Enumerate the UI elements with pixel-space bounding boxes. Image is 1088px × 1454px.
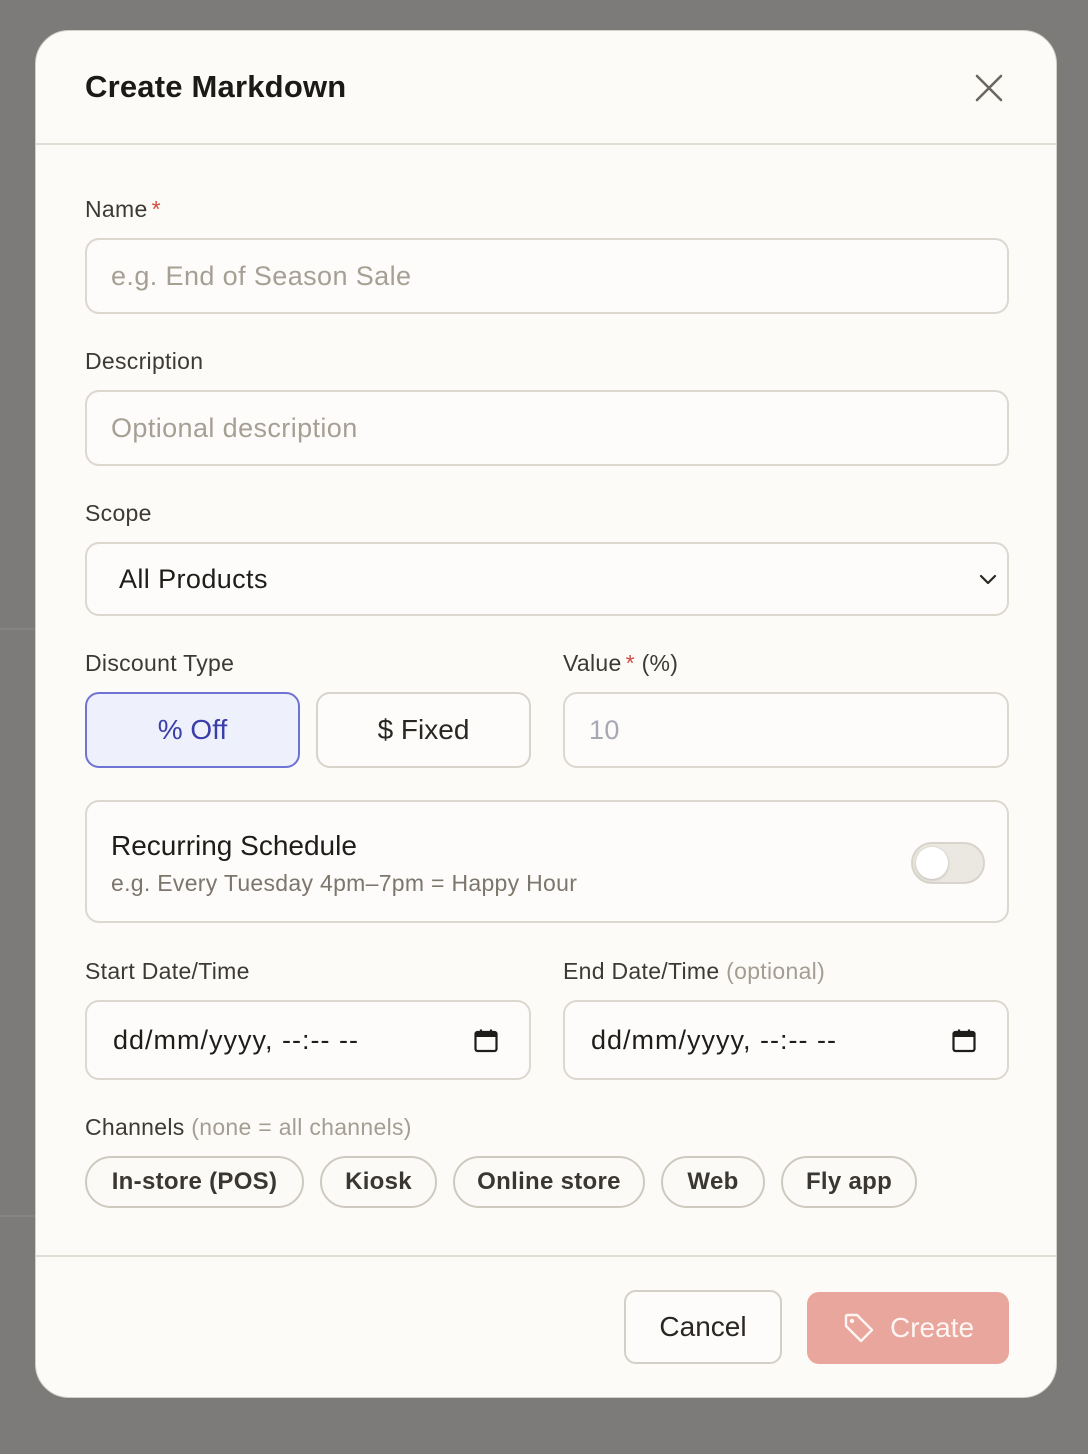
cancel-button[interactable]: Cancel xyxy=(624,1290,782,1364)
channel-chip-in-store[interactable]: In-store (POS) xyxy=(85,1156,304,1208)
channel-chip-online-store[interactable]: Online store xyxy=(453,1156,645,1208)
scope-selected-value: All Products xyxy=(119,563,268,594)
recurring-subtitle: e.g. Every Tuesday 4pm–7pm = Happy Hour xyxy=(111,870,578,896)
channel-chip-web[interactable]: Web xyxy=(661,1156,765,1208)
channel-chip-kiosk[interactable]: Kiosk xyxy=(320,1156,437,1208)
name-label-text: Name xyxy=(85,196,148,222)
start-datetime-input[interactable]: dd/mm/yyyy, --:-- -- xyxy=(85,1000,531,1080)
description-label: Description xyxy=(85,348,204,374)
value-unit: (%) xyxy=(641,650,679,676)
name-label: Name * xyxy=(85,196,161,223)
dialog-header: Create Markdown xyxy=(36,31,1056,145)
footer-divider xyxy=(36,1255,1056,1257)
channels-label: Channels (none = all channels) xyxy=(85,1114,412,1141)
channels-label-text: Channels xyxy=(85,1114,185,1140)
calendar-icon[interactable] xyxy=(951,1028,977,1054)
value-label-text: Value xyxy=(563,650,622,676)
close-button[interactable] xyxy=(972,71,1006,105)
recurring-schedule-card: Recurring Schedule e.g. Every Tuesday 4p… xyxy=(85,800,1009,923)
close-icon xyxy=(975,74,1003,102)
end-datetime-label-text: End Date/Time xyxy=(563,958,720,984)
end-datetime-value: dd/mm/yyyy, --:-- -- xyxy=(591,1024,837,1055)
tag-icon xyxy=(844,1313,874,1343)
end-datetime-hint: (optional) xyxy=(726,958,826,984)
name-placeholder: e.g. End of Season Sale xyxy=(111,260,412,291)
scope-label: Scope xyxy=(85,500,152,526)
toggle-knob xyxy=(916,847,948,879)
fixed-amount-option[interactable]: $ Fixed xyxy=(316,692,531,768)
backdrop-line xyxy=(0,628,35,630)
description-placeholder: Optional description xyxy=(111,412,358,443)
required-mark: * xyxy=(151,196,161,222)
start-datetime-label: Start Date/Time xyxy=(85,958,250,984)
recurring-title: Recurring Schedule xyxy=(111,830,357,861)
create-button[interactable]: Create xyxy=(807,1292,1009,1364)
name-input[interactable]: e.g. End of Season Sale xyxy=(85,238,1009,314)
calendar-icon[interactable] xyxy=(473,1028,499,1054)
backdrop-line xyxy=(0,1215,35,1217)
value-input[interactable]: 10 xyxy=(563,692,1009,768)
end-datetime-input[interactable]: dd/mm/yyyy, --:-- -- xyxy=(563,1000,1009,1080)
value-label: Value * (%) xyxy=(563,650,678,677)
channel-chip-fly-app[interactable]: Fly app xyxy=(781,1156,917,1208)
required-mark: * xyxy=(625,650,635,676)
scope-select[interactable]: All Products xyxy=(85,542,1009,616)
percent-off-option[interactable]: % Off xyxy=(85,692,300,768)
create-markdown-dialog: Create Markdown Name * e.g. End of Season… xyxy=(35,30,1057,1398)
channels-hint: (none = all channels) xyxy=(191,1114,412,1140)
create-button-label: Create xyxy=(889,1312,975,1343)
recurring-toggle[interactable] xyxy=(911,842,985,884)
discount-type-label: Discount Type xyxy=(85,650,235,676)
description-input[interactable]: Optional description xyxy=(85,390,1009,466)
chevron-down-icon xyxy=(979,574,997,585)
start-datetime-value: dd/mm/yyyy, --:-- -- xyxy=(113,1024,359,1055)
end-datetime-label: End Date/Time (optional) xyxy=(563,958,825,985)
dialog-title: Create Markdown xyxy=(85,69,347,104)
value-placeholder: 10 xyxy=(589,714,620,745)
